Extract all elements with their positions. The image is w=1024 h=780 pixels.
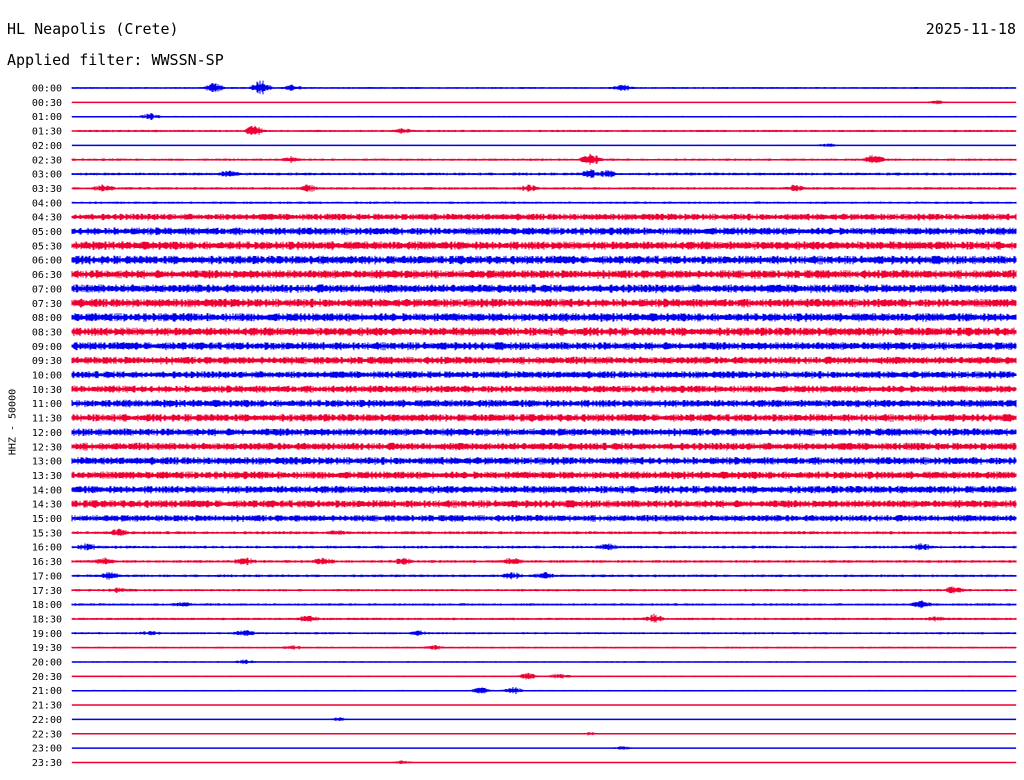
row-time-label: 20:30	[32, 672, 62, 683]
row-time-label: 07:30	[32, 299, 62, 310]
row-time-label: 05:30	[32, 241, 62, 252]
row-time-label: 20:00	[32, 658, 62, 669]
row-time-label: 02:30	[32, 155, 62, 166]
helicorder-plot: 00:00 00:30 01:00 01:30 02:00 02:30 03:00 03:30…	[32, 80, 1017, 769]
row-time-label: 17:00	[32, 571, 62, 582]
row-time-label: 13:30	[32, 471, 62, 482]
row-time-label: 16:30	[32, 557, 62, 568]
row-time-label: 22:30	[32, 729, 62, 740]
row-time-label: 18:00	[32, 600, 62, 611]
row-time-label: 06:30	[32, 270, 62, 281]
row-time-label: 19:30	[32, 643, 62, 654]
row-time-label: 21:30	[32, 701, 62, 712]
row-time-label: 23:30	[32, 758, 62, 769]
row-time-label: 15:30	[32, 528, 62, 539]
row-time-label: 14:30	[32, 500, 62, 511]
trace-row	[71, 613, 1017, 623]
row-time-label: 11:00	[32, 399, 62, 410]
row-time-label: 23:00	[32, 744, 62, 755]
row-time-label: 16:00	[32, 543, 62, 554]
row-time-label: 18:30	[32, 614, 62, 625]
row-time-label: 13:00	[32, 457, 62, 468]
row-time-label: 03:00	[32, 170, 62, 181]
row-time-label: 14:00	[32, 485, 62, 496]
row-time-label: 10:30	[32, 385, 62, 396]
row-time-label: 00:30	[32, 98, 62, 109]
row-time-label: 05:00	[32, 227, 62, 238]
row-time-label: 00:00	[32, 84, 62, 95]
row-time-label: 19:00	[32, 629, 62, 640]
row-time-label: 08:00	[32, 313, 62, 324]
row-time-label: 09:30	[32, 356, 62, 367]
row-time-label: 01:00	[32, 112, 62, 123]
row-time-label: 02:00	[32, 141, 62, 152]
row-time-label: 12:30	[32, 442, 62, 453]
row-time-label: 11:30	[32, 414, 62, 425]
row-time-label: 07:00	[32, 284, 62, 295]
row-time-label: 15:00	[32, 514, 62, 525]
row-time-label: 08:30	[32, 327, 62, 338]
row-time-label: 03:30	[32, 184, 62, 195]
row-time-label: 22:00	[32, 715, 62, 726]
row-time-label: 09:00	[32, 342, 62, 353]
row-time-label: 04:30	[32, 213, 62, 224]
row-time-label: 10:00	[32, 371, 62, 382]
row-time-label: 12:00	[32, 428, 62, 439]
row-time-label: 17:30	[32, 586, 62, 597]
row-time-label: 04:00	[32, 198, 62, 209]
row-time-label: 06:00	[32, 256, 62, 267]
row-time-label: 21:00	[32, 686, 62, 697]
row-time-label: 01:30	[32, 127, 62, 138]
